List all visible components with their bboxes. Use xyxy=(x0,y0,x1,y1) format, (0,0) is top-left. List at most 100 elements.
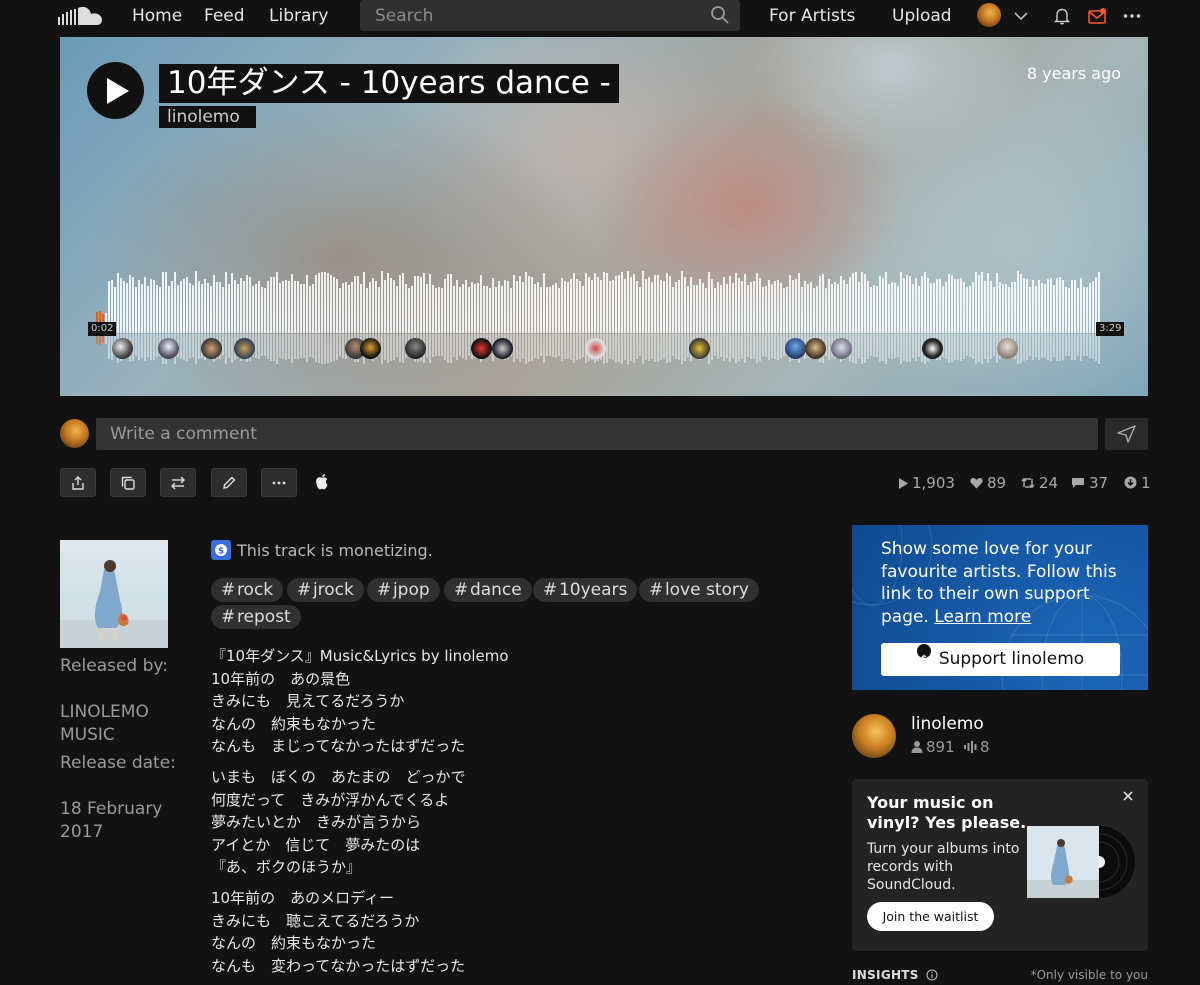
more-icon[interactable] xyxy=(1122,6,1142,26)
waveform-bar-reflection xyxy=(1068,334,1070,356)
waveform-bar-reflection xyxy=(672,334,674,356)
nav-feed[interactable]: Feed xyxy=(204,6,245,26)
coin-icon: $ xyxy=(916,644,931,665)
support-button-label: Support linolemo xyxy=(938,649,1085,669)
waveform-bar xyxy=(996,273,998,333)
repost-button[interactable] xyxy=(160,468,196,497)
waveform-bar xyxy=(936,279,938,333)
waveform-comment-avatar[interactable] xyxy=(997,338,1018,359)
nav-for-artists[interactable]: For Artists xyxy=(769,6,855,26)
waveform-bar xyxy=(177,285,179,333)
close-icon[interactable] xyxy=(1121,789,1135,803)
mail-icon[interactable] xyxy=(1087,6,1107,26)
waveform-comment-avatar[interactable] xyxy=(831,338,852,359)
waveform-comment-avatar[interactable] xyxy=(785,338,806,359)
info-icon[interactable] xyxy=(926,969,938,981)
waveform-comment-avatar[interactable] xyxy=(689,338,710,359)
waveform-bar xyxy=(267,281,269,333)
waveform-bar xyxy=(180,281,182,333)
comments-stat[interactable]: 37 xyxy=(1071,474,1108,492)
waveform-comment-avatar[interactable] xyxy=(234,338,255,359)
waveform-bar-reflection xyxy=(960,334,962,361)
waveform-comment-avatar[interactable] xyxy=(585,338,606,359)
tag-dance[interactable]: # dance xyxy=(444,578,532,602)
search-icon[interactable] xyxy=(710,5,730,25)
waveform-bar-reflection xyxy=(624,334,626,360)
apple-icon[interactable] xyxy=(314,473,330,491)
tag-jpop[interactable]: # jpop xyxy=(367,578,440,602)
soundcloud-logo-icon[interactable] xyxy=(58,5,104,27)
waveform-bar xyxy=(801,287,803,333)
lyrics-line: いまも ぼくの あたまの どっかで xyxy=(211,768,466,786)
waveform-bar xyxy=(255,284,257,333)
waveform-comment-avatar[interactable] xyxy=(805,338,826,359)
waveform-bar xyxy=(558,288,560,333)
chevron-down-icon[interactable] xyxy=(1013,8,1029,24)
waveform-bar xyxy=(1023,278,1025,333)
waveform-bar xyxy=(798,273,800,333)
more-actions-button[interactable] xyxy=(261,468,297,497)
waveform-bar-reflection xyxy=(1071,334,1073,360)
waveform-bar xyxy=(423,273,425,333)
waveform-bar-reflection xyxy=(540,334,542,356)
waveform-comment-avatar[interactable] xyxy=(201,338,222,359)
waveform-bar-reflection xyxy=(300,334,302,358)
waveform-bar xyxy=(288,281,290,333)
nav-home[interactable]: Home xyxy=(132,6,182,26)
bell-icon[interactable] xyxy=(1052,6,1072,26)
lyrics-line: 『10年ダンス』Music&Lyrics by linolemo xyxy=(211,647,509,665)
artist-name-link[interactable]: linolemo xyxy=(911,714,984,734)
waveform-comment-avatar[interactable] xyxy=(922,338,943,359)
support-artist-button[interactable]: $ Support linolemo xyxy=(881,643,1120,676)
artist-followers[interactable]: 891 xyxy=(911,738,955,756)
repost-count-icon xyxy=(1021,477,1035,489)
search-input[interactable] xyxy=(360,0,700,31)
waveform-bar xyxy=(426,284,428,333)
waveform-comment-avatar[interactable] xyxy=(360,338,381,359)
tag-love-story[interactable]: # love story xyxy=(639,578,759,602)
waveform-bar xyxy=(138,280,140,333)
copy-link-button[interactable] xyxy=(110,468,146,497)
waveform-bar xyxy=(282,281,284,333)
waveform-bar xyxy=(171,281,173,333)
waveform-bar xyxy=(570,279,572,333)
waveform-bar xyxy=(120,278,122,333)
tag-repost[interactable]: # repost xyxy=(211,605,301,629)
reposts-stat[interactable]: 24 xyxy=(1021,474,1058,492)
comment-input[interactable] xyxy=(96,418,1098,450)
tag-label: dance xyxy=(469,580,522,600)
waveform-comment-avatar[interactable] xyxy=(405,338,426,359)
play-button[interactable] xyxy=(87,62,144,119)
waveform-comment-avatar[interactable] xyxy=(471,338,492,359)
waveform-bar xyxy=(285,280,287,333)
waveform-comment-avatar[interactable] xyxy=(158,338,179,359)
waveform-comment-avatar[interactable] xyxy=(112,338,133,359)
join-waitlist-button[interactable]: Join the waitlist xyxy=(867,902,994,931)
artist-avatar[interactable] xyxy=(852,714,896,758)
tag-jrock[interactable]: # jrock xyxy=(287,578,364,602)
track-artist-link[interactable]: linolemo xyxy=(159,106,256,128)
nav-upload[interactable]: Upload xyxy=(892,6,952,26)
share-button[interactable] xyxy=(60,468,96,497)
waveform-bar-reflection xyxy=(531,334,533,361)
waveform-bar xyxy=(693,285,695,333)
waveform-bar-reflection xyxy=(657,334,659,362)
nav-library[interactable]: Library xyxy=(269,6,328,26)
waveform-comment-avatar[interactable] xyxy=(492,338,513,359)
artist-tracks[interactable]: 8 xyxy=(964,738,990,756)
waveform-bar-reflection xyxy=(1062,334,1064,360)
learn-more-link[interactable]: Learn more xyxy=(934,607,1031,627)
waveform-bar-reflection xyxy=(555,334,557,358)
likes-stat[interactable]: 89 xyxy=(970,474,1006,492)
waveform-bar-reflection xyxy=(870,334,872,356)
user-avatar[interactable] xyxy=(977,3,1001,27)
send-comment-button[interactable] xyxy=(1105,418,1148,450)
waveform-bar xyxy=(195,271,197,333)
lyrics-line: アイとか 信じて 夢みたのは xyxy=(211,835,421,854)
tag-10years[interactable]: # 10years xyxy=(533,578,638,602)
edit-button[interactable] xyxy=(211,468,247,497)
waveform-bar-reflection xyxy=(627,334,629,364)
tag-rock[interactable]: # rock xyxy=(211,578,284,602)
track-cover-art[interactable] xyxy=(60,540,168,648)
waveform-bar-reflection xyxy=(270,334,272,361)
